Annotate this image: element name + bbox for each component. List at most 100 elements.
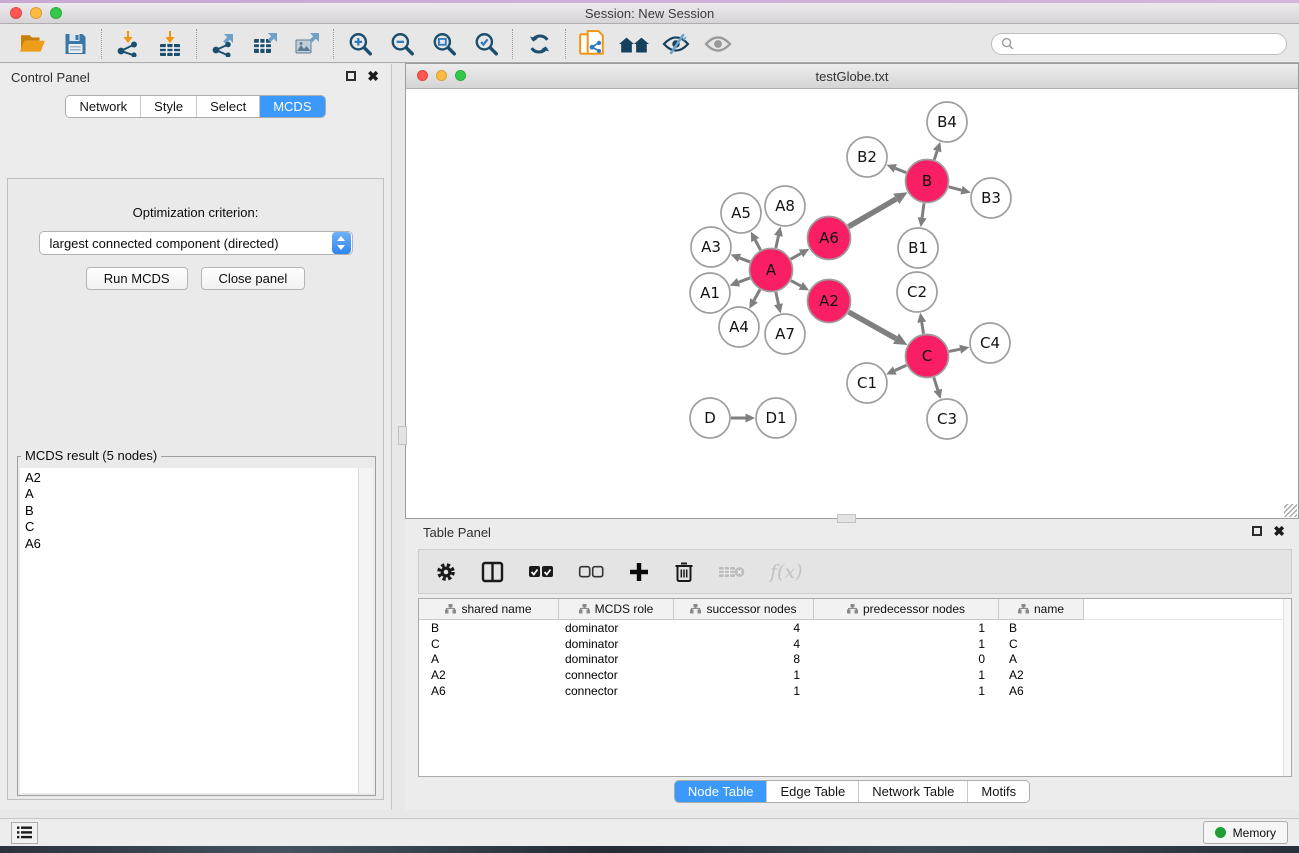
select-all-checkboxes-button[interactable]	[528, 557, 554, 587]
graph-edge-C-C1[interactable]	[895, 365, 907, 370]
result-list-item[interactable]: A	[25, 486, 353, 502]
graph-node-A3[interactable]: A3	[691, 227, 731, 267]
close-panel-button[interactable]: Close panel	[201, 267, 306, 290]
table-row[interactable]: A2connector11A2	[419, 667, 1291, 683]
graph-edge-A-A1[interactable]	[739, 278, 750, 282]
vertical-splitter-grip[interactable]	[837, 514, 856, 523]
zoom-window-button[interactable]	[50, 7, 62, 19]
delete-columns-button[interactable]	[674, 557, 694, 587]
optimization-criterion-select[interactable]: largest connected component (directed)	[39, 231, 353, 255]
close-window-button[interactable]	[10, 7, 22, 19]
graph-node-D[interactable]: D	[690, 398, 730, 438]
graph-node-B1[interactable]: B1	[898, 228, 938, 268]
graph-node-A[interactable]: A	[750, 249, 793, 292]
graph-node-A7[interactable]: A7	[765, 314, 805, 354]
graph-node-A5[interactable]: A5	[721, 193, 761, 233]
table-options-button[interactable]	[435, 557, 457, 587]
column-header-predecessor-nodes[interactable]: predecessor nodes	[814, 599, 999, 620]
graph-edge-B-B1[interactable]	[922, 203, 924, 217]
graph-edge-A-A5[interactable]	[755, 240, 760, 250]
tab-motifs[interactable]: Motifs	[967, 781, 1029, 802]
graph-edge-A2-C[interactable]	[849, 312, 896, 339]
graph-node-C[interactable]: C	[906, 335, 949, 378]
mcds-result-list[interactable]: A2ABCA6	[20, 468, 373, 793]
tab-network-table[interactable]: Network Table	[858, 781, 967, 802]
search-box[interactable]	[991, 33, 1287, 55]
graph-node-C1[interactable]: C1	[847, 363, 887, 403]
add-column-button[interactable]	[628, 557, 650, 587]
tab-edge-table[interactable]: Edge Table	[766, 781, 858, 802]
graph-node-B[interactable]: B	[906, 160, 949, 203]
graph-node-A6[interactable]: A6	[808, 217, 851, 260]
close-panel-icon[interactable]: ✖	[367, 71, 379, 81]
tab-style[interactable]: Style	[140, 96, 196, 117]
result-list-item[interactable]: C	[25, 519, 353, 535]
open-session-button[interactable]	[12, 27, 54, 61]
column-header-shared-name[interactable]: shared name	[419, 599, 559, 620]
zoom-selected-button[interactable]	[465, 27, 507, 61]
network-graph[interactable]: B4B2BB3A5A8A6A3B1AA1C2A2A4A7C4CC1C3DD1	[406, 89, 1298, 518]
show-graphics-details-button[interactable]	[697, 27, 739, 61]
graph-node-B2[interactable]: B2	[847, 137, 887, 177]
result-list-item[interactable]: A2	[25, 470, 353, 486]
float-panel-icon[interactable]	[346, 71, 356, 81]
graph-node-A2[interactable]: A2	[808, 280, 851, 323]
graph-node-A4[interactable]: A4	[719, 307, 759, 347]
graph-node-C2[interactable]: C2	[897, 272, 937, 312]
hide-graphics-details-button[interactable]	[655, 27, 697, 61]
import-network-button[interactable]	[107, 27, 149, 61]
export-table-button[interactable]	[244, 27, 286, 61]
graph-edge-A-A8[interactable]	[776, 236, 779, 248]
import-table-button[interactable]	[149, 27, 191, 61]
graph-edge-C-C3[interactable]	[934, 377, 938, 389]
graph-edge-B-B4[interactable]	[934, 151, 937, 160]
tab-mcds[interactable]: MCDS	[259, 96, 324, 117]
tab-node-table[interactable]: Node Table	[675, 781, 767, 802]
close-panel-icon[interactable]: ✖	[1273, 526, 1285, 536]
show-columns-button[interactable]	[481, 557, 504, 587]
graph-node-D1[interactable]: D1	[756, 398, 796, 438]
graph-edge-A-A3[interactable]	[739, 258, 750, 262]
float-panel-icon[interactable]	[1252, 526, 1262, 536]
table-scrollbar[interactable]	[1283, 599, 1291, 776]
network-zoom-button[interactable]	[455, 70, 466, 81]
deselect-all-checkboxes-button[interactable]	[578, 557, 604, 587]
graph-edge-A-A7[interactable]	[776, 292, 779, 304]
result-scrollbar[interactable]	[358, 468, 373, 793]
graph-node-C3[interactable]: C3	[927, 399, 967, 439]
clone-network-button[interactable]	[571, 27, 613, 61]
network-canvas[interactable]: B4B2BB3A5A8A6A3B1AA1C2A2A4A7C4CC1C3DD1	[406, 89, 1298, 518]
export-image-button[interactable]	[286, 27, 328, 61]
horizontal-splitter-grip[interactable]	[398, 426, 407, 445]
node-table[interactable]: shared nameMCDS rolesuccessor nodesprede…	[418, 598, 1292, 777]
table-row[interactable]: Cdominator41C	[419, 636, 1291, 652]
resize-grip-icon[interactable]	[1284, 504, 1297, 517]
graph-edge-A-A2[interactable]	[791, 281, 801, 286]
column-header-name[interactable]: name	[999, 599, 1084, 620]
graph-edge-A-A4[interactable]	[754, 290, 760, 301]
memory-button[interactable]: Memory	[1203, 821, 1288, 844]
zoom-out-button[interactable]	[381, 27, 423, 61]
graph-edge-B-B2[interactable]	[895, 168, 906, 172]
graph-node-B3[interactable]: B3	[971, 178, 1011, 218]
graph-edge-A-A6[interactable]	[791, 253, 801, 259]
graph-node-A1[interactable]: A1	[690, 273, 730, 313]
graph-node-C4[interactable]: C4	[970, 323, 1010, 363]
graph-node-A8[interactable]: A8	[765, 186, 805, 226]
export-network-button[interactable]	[202, 27, 244, 61]
save-session-button[interactable]	[54, 27, 96, 61]
run-mcds-button[interactable]: Run MCDS	[86, 267, 188, 290]
result-list-item[interactable]: A6	[25, 536, 353, 552]
table-row[interactable]: Adominator80A	[419, 652, 1291, 668]
table-row[interactable]: Bdominator41B	[419, 620, 1291, 636]
tab-select[interactable]: Select	[196, 96, 259, 117]
result-list-item[interactable]: B	[25, 503, 353, 519]
minimize-window-button[interactable]	[30, 7, 42, 19]
network-minimize-button[interactable]	[436, 70, 447, 81]
task-history-button[interactable]	[11, 822, 38, 844]
zoom-in-button[interactable]	[339, 27, 381, 61]
graph-edge-B-B3[interactable]	[949, 187, 962, 190]
apply-layout-button[interactable]	[518, 27, 560, 61]
graph-edge-C-C4[interactable]	[949, 349, 960, 351]
search-input[interactable]	[1019, 37, 1277, 51]
